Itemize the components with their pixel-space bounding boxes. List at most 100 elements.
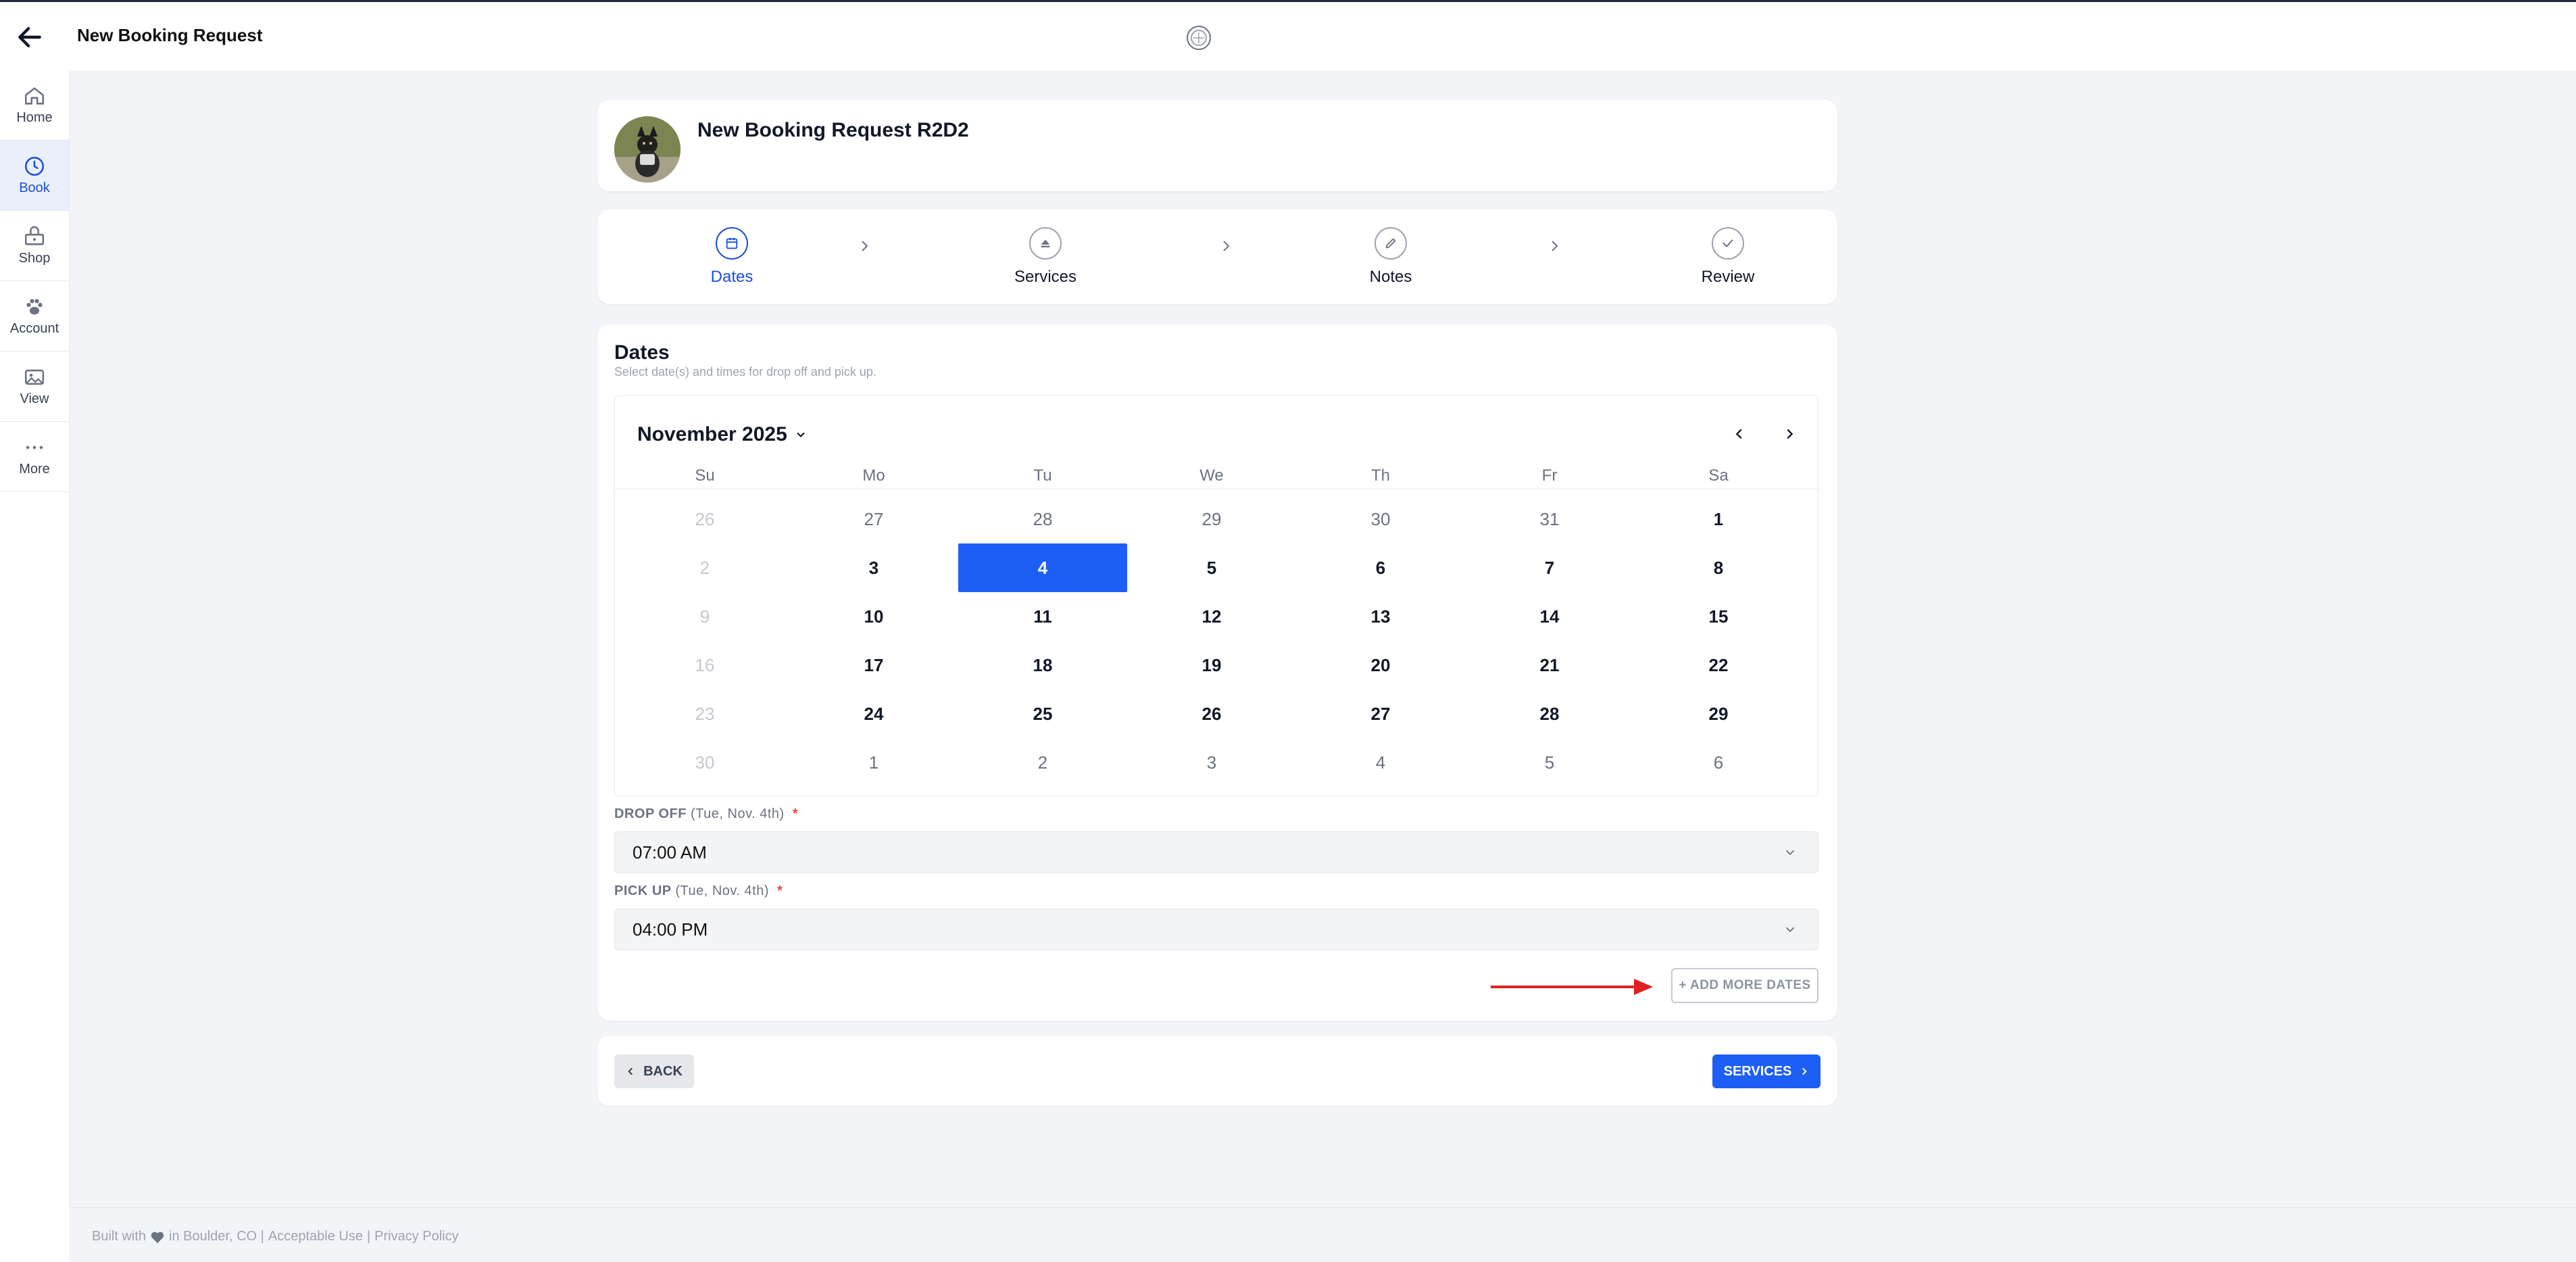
calendar-day[interactable]: 27 [1296, 689, 1465, 738]
calendar-day[interactable]: 6 [1296, 543, 1465, 592]
calendar-day[interactable]: 12 [1127, 592, 1296, 641]
chevron-down-icon [797, 432, 805, 438]
logo-icon [1185, 24, 1212, 51]
calendar-day[interactable]: 20 [1296, 641, 1465, 689]
calendar-day[interactable]: 17 [789, 641, 958, 689]
sidebar-item-home[interactable]: Home [0, 70, 69, 141]
calendar-day[interactable]: 22 [1634, 641, 1803, 689]
calendar: November 2025 Su Mo Tu We Th Fr Sa 26 27 28 29 30 31… [614, 395, 1818, 796]
footer-text: Built with in Boulder, CO | Acceptable U… [92, 1229, 459, 1244]
calendar-day[interactable]: 5 [1465, 738, 1634, 787]
calendar-day: 26 [695, 508, 715, 529]
weekday-header: We [1199, 466, 1224, 485]
calendar-day[interactable]: 30 [1296, 495, 1465, 543]
pickup-label: PICK UP (Tue, Nov. 4th) * [614, 883, 783, 899]
calendar-day[interactable]: 3 [1127, 738, 1296, 787]
calendar-day[interactable]: 4 [1296, 738, 1465, 787]
back-button[interactable]: BACK [614, 1054, 694, 1088]
calendar-day[interactable]: 2 [958, 738, 1127, 787]
calendar-day[interactable]: 5 [1127, 543, 1296, 592]
sidebar-item-label: Account [9, 321, 59, 336]
calendar-day[interactable]: 31 [1465, 495, 1634, 543]
services-button-label: SERVICES [1723, 1063, 1792, 1079]
sidebar-item-label: More [19, 462, 50, 477]
step-navigation: BACK SERVICES [597, 1036, 1837, 1106]
pickup-date: (Tue, Nov. 4th) [675, 883, 769, 898]
calendar-day[interactable]: 7 [1465, 543, 1634, 592]
pickup-time-select[interactable]: 04:00 PM [614, 908, 1818, 950]
step-services[interactable]: Services [971, 227, 1120, 287]
back-arrow-icon[interactable] [12, 20, 47, 55]
calendar-day[interactable]: 15 [1634, 592, 1803, 641]
calendar-day[interactable]: 1 [1634, 495, 1803, 543]
calendar-day[interactable]: 11 [958, 592, 1127, 641]
dropoff-label: DROP OFF (Tue, Nov. 4th) * [614, 806, 798, 822]
sidebar-item-view[interactable]: View [0, 351, 69, 422]
pet-avatar [614, 116, 680, 183]
pickup-time-value: 04:00 PM [633, 919, 708, 940]
calendar-day[interactable]: 28 [958, 495, 1127, 543]
required-marker: * [777, 883, 783, 898]
chevron-down-icon [1785, 927, 1795, 933]
acceptable-use-link[interactable]: Acceptable Use [268, 1229, 363, 1244]
chevron-right-icon [862, 241, 868, 251]
section-subtitle: Select date(s) and times for drop off an… [614, 365, 876, 379]
calendar-day[interactable]: 8 [1634, 543, 1803, 592]
calendar-day[interactable]: 1 [789, 738, 958, 787]
calendar-day[interactable]: 24 [789, 689, 958, 738]
services-button[interactable]: SERVICES [1712, 1054, 1820, 1088]
heart-icon [151, 1232, 164, 1243]
step-label: Services [1014, 268, 1077, 286]
sidebar-item-shop[interactable]: Shop [0, 211, 69, 281]
next-month-button[interactable] [1777, 422, 1802, 446]
dates-section: Dates Select date(s) and times for drop … [597, 324, 1837, 1021]
home-icon [24, 87, 45, 105]
month-selector[interactable]: November 2025 [637, 423, 808, 446]
chevron-right-icon [1552, 241, 1558, 251]
sidebar-item-more[interactable]: More [0, 422, 69, 492]
step-review[interactable]: Review [1654, 227, 1802, 287]
step-label: Review [1701, 268, 1755, 286]
sidebar-item-account[interactable]: Account [0, 281, 69, 351]
required-marker: * [792, 806, 799, 821]
page-footer: Built with in Boulder, CO | Acceptable U… [69, 1207, 2576, 1262]
add-more-dates-button[interactable]: + ADD MORE DATES [1671, 968, 1818, 1003]
calendar-day[interactable]: 21 [1465, 641, 1634, 689]
calendar-day[interactable]: 27 [789, 495, 958, 543]
calendar-day[interactable]: 28 [1465, 689, 1634, 738]
calendar-day[interactable]: 29 [1634, 689, 1803, 738]
month-label: November 2025 [637, 423, 787, 445]
calendar-day[interactable]: 29 [1127, 495, 1296, 543]
sidebar-item-label: Shop [18, 251, 51, 266]
calendar-day[interactable]: 13 [1296, 592, 1465, 641]
weekday-header: Th [1370, 466, 1390, 485]
check-icon [1712, 227, 1744, 260]
chevron-left-icon [628, 1067, 633, 1075]
prev-month-button[interactable] [1727, 422, 1752, 446]
calendar-day[interactable]: 3 [789, 543, 958, 592]
weekday-header: Fr [1541, 466, 1558, 485]
calendar-day[interactable]: 19 [1127, 641, 1296, 689]
step-notes[interactable]: Notes [1316, 227, 1465, 287]
dropoff-label-text: DROP OFF [614, 806, 687, 821]
sidebar-item-label: View [20, 391, 49, 406]
dropoff-date: (Tue, Nov. 4th) [691, 806, 785, 821]
privacy-policy-link[interactable]: Privacy Policy [374, 1229, 458, 1244]
built-with-text: Built with [92, 1229, 147, 1244]
calendar-day[interactable]: 25 [958, 689, 1127, 738]
dropoff-time-value: 07:00 AM [633, 842, 707, 863]
back-button-label: BACK [643, 1063, 683, 1079]
calendar-day[interactable]: 26 [1127, 689, 1296, 738]
calendar-day[interactable]: 10 [789, 592, 958, 641]
dropoff-time-select[interactable]: 07:00 AM [614, 831, 1818, 873]
calendar-day: 30 [695, 752, 715, 773]
image-icon [24, 369, 45, 385]
calendar-day[interactable]: 18 [958, 641, 1127, 689]
page-title: New Booking Request [77, 25, 263, 45]
chevron-right-icon [1223, 241, 1230, 251]
calendar-day-selected[interactable]: 4 [958, 543, 1127, 592]
calendar-day[interactable]: 14 [1465, 592, 1634, 641]
sidebar-item-book[interactable]: Book [0, 141, 69, 211]
calendar-day[interactable]: 6 [1634, 738, 1803, 787]
step-dates[interactable]: Dates [658, 227, 806, 287]
